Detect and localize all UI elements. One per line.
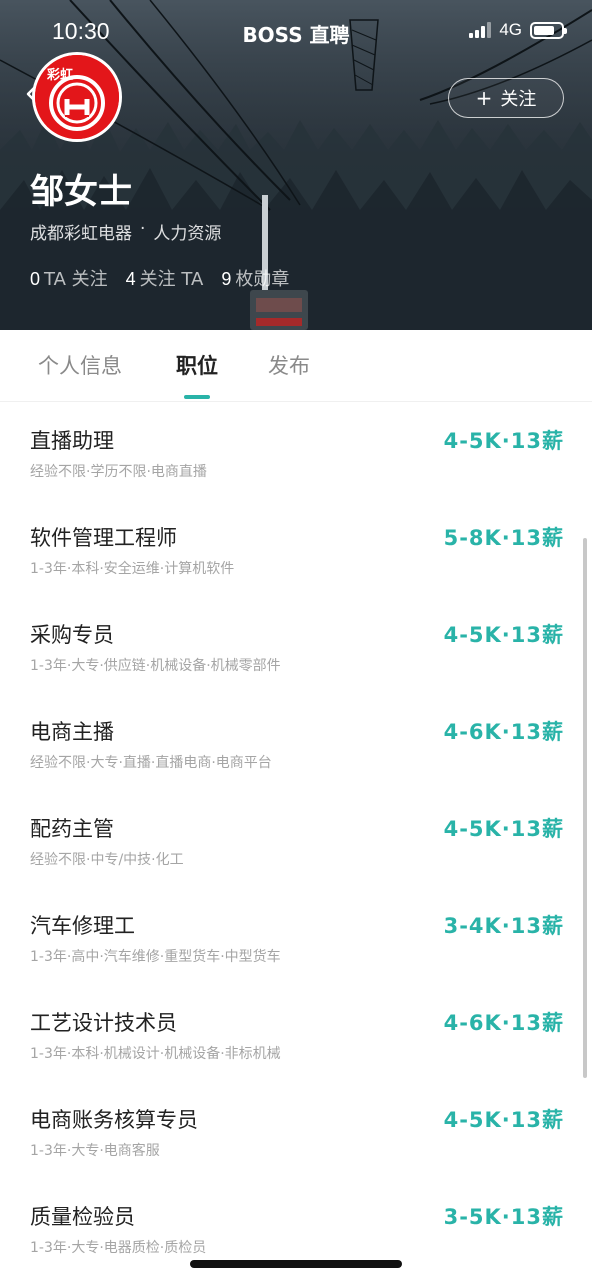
follow-label: 关注 (500, 89, 537, 110)
list-item[interactable]: 采购专员 4-5K·13薪 1-3年·大专·供应链·机械设备·机械零部件 (0, 597, 592, 694)
profile-header: 10:30 BOSS 直聘 4G 彩虹 + 关注 邹女士 成都彩虹电器 · 人力… (0, 0, 592, 330)
job-title: 直播助理 (30, 429, 114, 453)
job-salary: 4-5K·13薪 (443, 623, 564, 647)
job-tags: 1-3年·本科·机械设计·机械设备·非标机械 (30, 1046, 281, 1062)
job-salary: 4-5K·13薪 (443, 429, 564, 453)
svg-text:彩虹: 彩虹 (46, 67, 73, 83)
company-info: 成都彩虹电器 · 人力资源 (30, 219, 221, 244)
profile-stats: 0 TA 关注 4 关注 TA 9 枚勋章 (30, 265, 289, 291)
stat-badges[interactable]: 9 枚勋章 (221, 265, 289, 291)
job-salary: 3-5K·13薪 (443, 1205, 564, 1229)
list-item[interactable]: 软件管理工程师 5-8K·13薪 1-3年·本科·安全运维·计算机软件 (0, 500, 592, 597)
list-item[interactable]: 配药主管 4-5K·13薪 经验不限·中专/中技·化工 (0, 791, 592, 888)
department: 人力资源 (153, 224, 222, 244)
follow-button[interactable]: + 关注 (448, 78, 564, 118)
job-title: 汽车修理工 (30, 914, 135, 938)
job-salary: 5-8K·13薪 (443, 526, 564, 550)
avatar[interactable]: 彩虹 (32, 52, 122, 142)
list-item[interactable]: 工艺设计技术员 4-6K·13薪 1-3年·本科·机械设计·机械设备·非标机械 (0, 985, 592, 1082)
profile-tabs: 个人信息 职位 发布 (0, 330, 592, 402)
job-title: 工艺设计技术员 (30, 1011, 177, 1035)
scrollbar[interactable] (583, 538, 587, 1078)
job-tags: 1-3年·高中·汽车维修·重型货车·中型货车 (30, 949, 281, 965)
job-tags: 经验不限·大专·直播·直播电商·电商平台 (30, 755, 272, 771)
job-title: 采购专员 (30, 623, 114, 647)
job-tags: 1-3年·大专·电商客服 (30, 1143, 160, 1159)
job-tags: 1-3年·大专·供应链·机械设备·机械零部件 (30, 658, 281, 674)
list-item[interactable]: 电商账务核算专员 4-5K·13薪 1-3年·大专·电商客服 (0, 1082, 592, 1179)
job-title: 电商账务核算专员 (30, 1108, 198, 1132)
company-name: 成都彩虹电器 (30, 224, 132, 244)
active-tab-indicator (184, 395, 210, 399)
status-indicators: 4G (469, 20, 567, 40)
job-tags: 经验不限·学历不限·电商直播 (30, 464, 207, 480)
network-type: 4G (499, 20, 522, 39)
job-title: 质量检验员 (30, 1205, 135, 1229)
job-title: 配药主管 (30, 817, 114, 841)
job-salary: 4-6K·13薪 (443, 720, 564, 744)
job-salary: 4-5K·13薪 (443, 1108, 564, 1132)
list-item[interactable]: 直播助理 4-5K·13薪 经验不限·学历不限·电商直播 (0, 403, 592, 500)
plus-icon: + (475, 86, 493, 110)
job-tags: 1-3年·本科·安全运维·计算机软件 (30, 561, 235, 577)
stat-following[interactable]: 0 TA 关注 (30, 265, 108, 291)
separator: · (140, 219, 146, 239)
tab-jobs[interactable]: 职位 (176, 350, 218, 380)
home-indicator[interactable] (190, 1260, 402, 1268)
tab-posts[interactable]: 发布 (268, 350, 310, 380)
tab-personal-info[interactable]: 个人信息 (38, 350, 122, 380)
stat-followers[interactable]: 4 关注 TA (126, 265, 204, 291)
job-salary: 3-4K·13薪 (443, 914, 564, 938)
signal-icon (469, 22, 492, 38)
company-logo-icon: 彩虹 (35, 55, 119, 139)
job-list: 直播助理 4-5K·13薪 经验不限·学历不限·电商直播 软件管理工程师 5-8… (0, 403, 592, 1276)
list-item[interactable]: 电商主播 4-6K·13薪 经验不限·大专·直播·直播电商·电商平台 (0, 694, 592, 791)
job-tags: 经验不限·中专/中技·化工 (30, 852, 184, 868)
job-title: 软件管理工程师 (30, 526, 177, 550)
job-salary: 4-5K·13薪 (443, 817, 564, 841)
job-tags: 1-3年·大专·电器质检·质检员 (30, 1240, 207, 1256)
job-salary: 4-6K·13薪 (443, 1011, 564, 1035)
recruiter-name: 邹女士 (30, 172, 132, 212)
battery-icon (530, 21, 567, 39)
list-item[interactable]: 汽车修理工 3-4K·13薪 1-3年·高中·汽车维修·重型货车·中型货车 (0, 888, 592, 985)
job-title: 电商主播 (30, 720, 114, 744)
